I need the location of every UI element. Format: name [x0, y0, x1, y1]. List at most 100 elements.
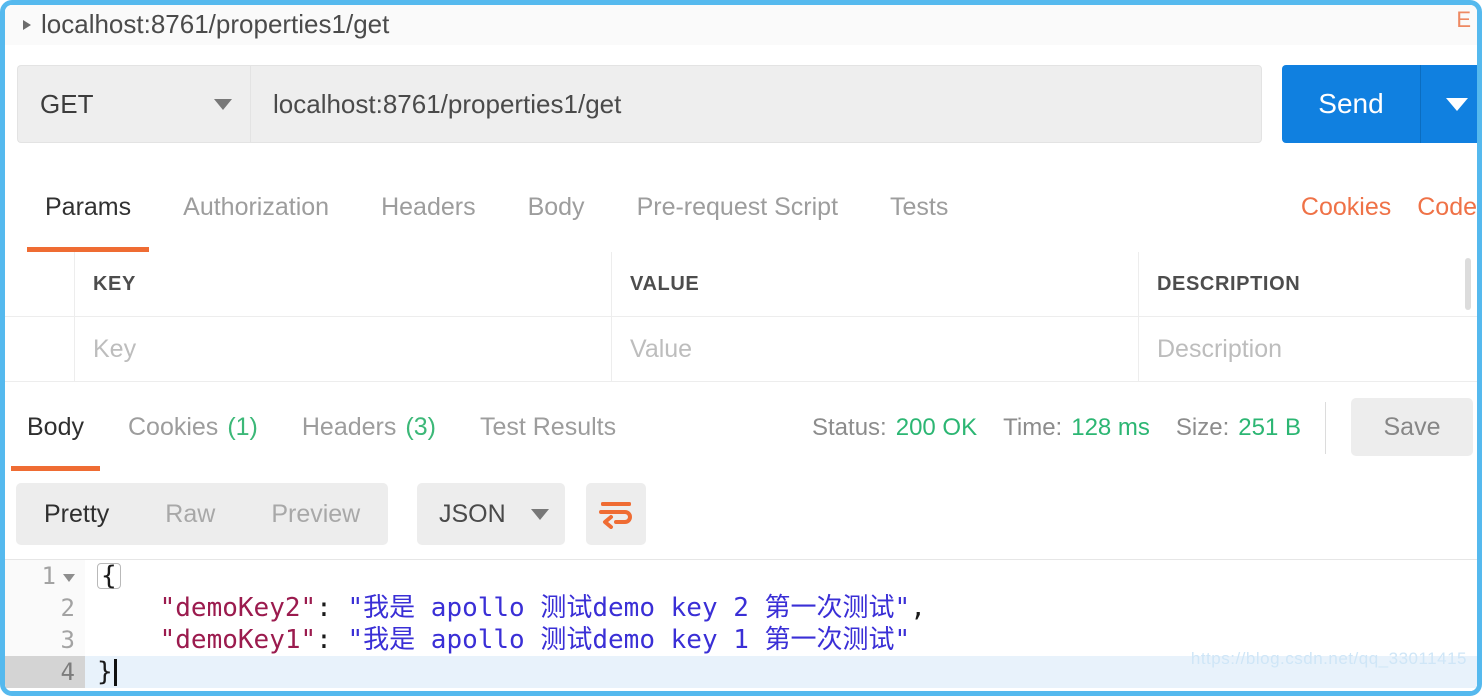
save-response-button[interactable]: Save [1351, 398, 1473, 456]
code-line-text: "demoKey2": "我是 apollo 测试demo key 2 第一次测… [85, 595, 926, 621]
json-open-brace: { [97, 563, 121, 590]
request-tab[interactable]: localhost:8761/properties1/get [5, 7, 403, 45]
response-meta: Status: 200 OK Time: 128 ms Size: 251 B [812, 384, 1301, 471]
status-value: 200 OK [896, 414, 977, 442]
status-badge: Status: 200 OK [812, 414, 977, 442]
json-key: "demoKey1" [160, 625, 317, 655]
word-wrap-icon [599, 499, 633, 529]
line-number: 1 [42, 562, 56, 590]
tab-tests[interactable]: Tests [864, 163, 974, 252]
response-tab-test-results[interactable]: Test Results [458, 384, 638, 471]
request-tab-strip: localhost:8761/properties1/get E [5, 5, 1477, 46]
line-number-gutter[interactable]: 4 [5, 656, 85, 688]
tab-headers[interactable]: Headers [355, 163, 502, 252]
view-mode-raw[interactable]: Raw [137, 483, 243, 545]
row-checkbox-cell[interactable] [5, 317, 75, 381]
tab-label: Tests [890, 193, 948, 222]
response-format-bar: Pretty Raw Preview JSON [5, 471, 1477, 559]
headers-count: (3) [405, 413, 436, 442]
tab-label: Body [27, 413, 84, 442]
select-all-cell [5, 252, 75, 316]
request-tab-title: localhost:8761/properties1/get [41, 11, 389, 37]
json-value: "我是 apollo 测试demo key 2 第一次测试" [347, 593, 910, 623]
response-tabs: Body Cookies (1) Headers (3) Test Result… [5, 384, 638, 471]
url-bar: GET localhost:8761/properties1/get Send [5, 45, 1477, 164]
line-number: 4 [61, 658, 75, 686]
response-body-viewer[interactable]: 1 { 2 "demoKey2": "我是 apollo 测试demo key … [5, 559, 1477, 691]
json-key: "demoKey2" [160, 593, 317, 623]
text-cursor [114, 659, 117, 686]
send-button[interactable]: Send [1282, 65, 1420, 143]
tab-label: Params [45, 193, 131, 222]
column-header-key: KEY [75, 252, 612, 316]
tab-label: Authorization [183, 193, 329, 222]
size-badge: Size: 251 B [1176, 414, 1301, 442]
request-tabs-bar: Params Authorization Headers Body Pre-re… [5, 163, 1477, 253]
chevron-down-icon [214, 99, 232, 110]
table-row: Key Value Description [5, 317, 1477, 382]
tab-label: Headers [302, 413, 397, 442]
line-number-gutter[interactable]: 1 [5, 560, 85, 592]
json-close-brace: } [97, 657, 113, 687]
line-number: 3 [61, 626, 75, 654]
column-header-label: DESCRIPTION [1157, 273, 1300, 296]
view-mode-pretty[interactable]: Pretty [16, 483, 137, 545]
value-input[interactable]: Value [612, 317, 1139, 381]
line-number-gutter[interactable]: 3 [5, 624, 85, 656]
code-link[interactable]: Code [1417, 193, 1477, 222]
tab-body[interactable]: Body [502, 163, 611, 252]
table-header-row: KEY VALUE DESCRIPTION [5, 252, 1477, 317]
watermark: https://blog.csdn.net/qq_33011415 [1191, 649, 1467, 669]
value-input-placeholder: Value [630, 335, 692, 364]
tab-strip-partial-text: E [1456, 7, 1471, 33]
annotation-frame: localhost:8761/properties1/get E GET loc… [0, 0, 1482, 696]
code-line-text: { [85, 563, 121, 590]
key-input[interactable]: Key [75, 317, 612, 381]
json-colon: : [316, 625, 347, 655]
fold-triangle-icon[interactable] [63, 574, 75, 582]
json-comma: , [910, 593, 926, 623]
tab-label: Pre-request Script [637, 193, 838, 222]
cookies-count: (1) [227, 413, 258, 442]
request-tabs-links: Cookies Code [1301, 163, 1477, 252]
response-bar: Body Cookies (1) Headers (3) Test Result… [5, 384, 1477, 472]
description-input[interactable]: Description [1139, 317, 1477, 381]
column-header-value: VALUE [612, 252, 1139, 316]
response-tab-cookies[interactable]: Cookies (1) [106, 384, 280, 471]
language-select[interactable]: JSON [417, 483, 565, 545]
key-input-placeholder: Key [93, 335, 136, 364]
code-line: 2 "demoKey2": "我是 apollo 测试demo key 2 第一… [5, 592, 1477, 624]
tab-authorization[interactable]: Authorization [157, 163, 355, 252]
url-input[interactable]: localhost:8761/properties1/get [250, 65, 1262, 143]
request-tabs: Params Authorization Headers Body Pre-re… [19, 163, 974, 252]
status-label: Status: [812, 414, 887, 442]
size-value: 251 B [1238, 414, 1301, 442]
chevron-down-icon [531, 509, 549, 520]
view-mode-preview[interactable]: Preview [243, 483, 388, 545]
params-table: KEY VALUE DESCRIPTION Key Value Descript… [5, 252, 1477, 384]
tab-label: Headers [381, 193, 476, 222]
response-tab-body[interactable]: Body [5, 384, 106, 471]
response-tab-headers[interactable]: Headers (3) [280, 384, 458, 471]
language-label: JSON [439, 500, 506, 529]
tab-label: Cookies [128, 413, 218, 442]
method-select[interactable]: GET [17, 65, 250, 143]
column-header-label: KEY [93, 273, 136, 296]
description-input-placeholder: Description [1157, 335, 1282, 364]
send-button-group: Send [1282, 65, 1477, 143]
column-header-description: DESCRIPTION [1139, 252, 1477, 316]
cookies-link[interactable]: Cookies [1301, 193, 1391, 222]
word-wrap-button[interactable] [586, 483, 646, 545]
line-number-gutter[interactable]: 2 [5, 592, 85, 624]
column-header-label: VALUE [630, 273, 699, 296]
time-label: Time: [1003, 414, 1062, 442]
response-view-mode-group: Pretty Raw Preview [16, 483, 388, 545]
send-options-button[interactable] [1420, 65, 1477, 143]
time-badge: Time: 128 ms [1003, 414, 1150, 442]
tab-params[interactable]: Params [19, 163, 157, 252]
time-value: 128 ms [1071, 414, 1150, 442]
postman-window: localhost:8761/properties1/get E GET loc… [5, 5, 1477, 691]
chevron-down-icon [1446, 98, 1468, 111]
tab-pre-request-script[interactable]: Pre-request Script [611, 163, 864, 252]
params-scrollbar[interactable] [1465, 258, 1471, 310]
